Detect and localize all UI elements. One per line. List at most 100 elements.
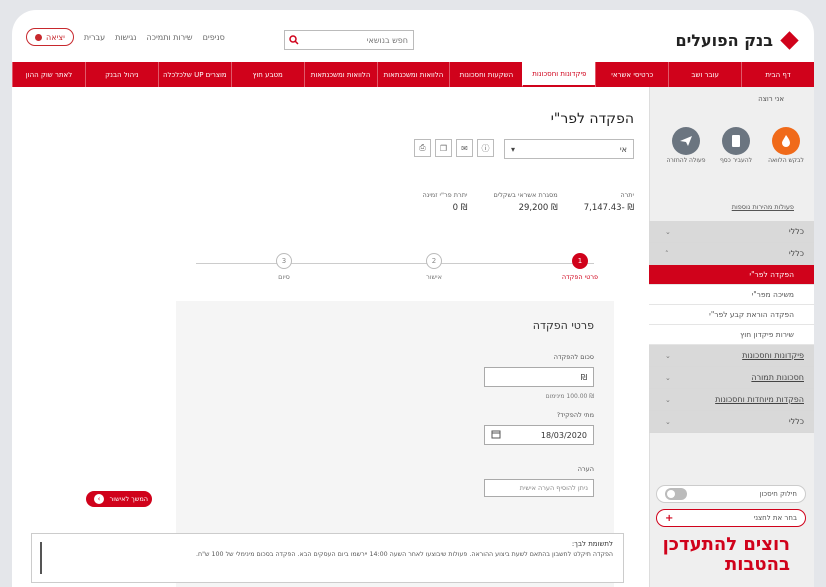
promo-banner[interactable]: רוצים להתעדכן בהטבות [663,535,790,575]
join-label: בחר את לחצני [753,514,797,522]
menu-item-deposit-pri[interactable]: הפקדה לפר"י [649,265,814,285]
top-link-branches[interactable]: סניפים [203,33,225,42]
chevron-down-icon: ⌄ [665,351,671,360]
balance-value: ₪ -7,147.43 [583,203,634,213]
account-value: אי [619,144,627,154]
more-actions-link[interactable]: פעולות מהירות נוספות [732,203,794,211]
sidebar-greeting: אני רוצה [758,95,784,103]
notice-scrollbar[interactable] [40,542,42,574]
menu-item-standing-order-pri[interactable]: הפקדה הוראת קבע לפר"י [649,305,814,325]
note-input[interactable]: ניתן להוסיף הערה אישית [484,479,594,497]
step-label: פרטי הפקדה [561,273,599,281]
search-input[interactable] [302,31,413,49]
menu-item-withdraw-pri[interactable]: משיכה מפר"י [649,285,814,305]
quick-action-label: לבקש הלוואה [768,157,804,164]
join-button[interactable]: בחר את לחצני + [656,509,806,527]
toggle-label: חילוק חיסכון [759,490,797,498]
nav-item-current-account[interactable]: עובר ושב [668,62,741,87]
nav-item-bank-management[interactable]: ניהול הבנק [84,62,158,87]
top-link-service[interactable]: שירות ותמיכה [147,33,193,42]
toolbar: ⓘ ✉ ❐ ⎙ [414,139,494,157]
quick-action-label: פעולה להחזרה [666,157,706,164]
quick-action-loan[interactable]: לבקש הלוואה [766,127,806,165]
balance-label: יתרה [620,191,634,199]
chevron-down-icon: ⌄ [665,227,671,236]
balance-value: ₪ 29,200 [518,203,558,213]
date-field[interactable]: 18/03/2020 [484,425,594,445]
balances: יתרה ₪ -7,147.43 מסגרת אשראי בשקלים ₪ 29… [423,191,635,213]
page-title: הפקדה לפר"י [550,111,634,127]
amount-input[interactable] [491,372,561,382]
balance-label: יתרת פר"י זמינה [422,191,468,199]
info-icon[interactable]: ⓘ [477,139,494,157]
nav-item-up-products[interactable]: מוצרים UP שלכלכלה [157,62,231,87]
nav-item-mortgages[interactable]: הלוואות ומשכנתאות [303,62,377,87]
menu-item-foreign-deposit[interactable]: שירות פיקדון חוץ [649,325,814,345]
balance-pri: יתרת פר"י זמינה ₪ 0 [423,191,468,213]
menu-label: הפקדות מיוחדות וחסכונות [715,395,804,404]
menu-group-general-3[interactable]: כללי ⌄ [649,411,814,433]
calendar-icon[interactable] [491,429,501,441]
continue-button[interactable]: המשך לאישור › [86,491,152,507]
nav-item-credit-cards[interactable]: כרטיסי אשראי [595,62,668,87]
arrow-left-icon: › [94,494,104,504]
step-finish: 3 סיום [254,253,314,281]
app-window: בנק הפועלים יציאה עברית נגישות שירות ותמ… [12,10,814,587]
balance-credit: מסגרת אשראי בשקלים ₪ 29,200 [493,191,557,213]
savings-toggle[interactable] [665,488,687,500]
nav-item-capital-market[interactable]: לאתר שוק ההון [12,62,85,87]
balance-value: ₪ 0 [452,203,468,213]
menu-group-general[interactable]: כללי ⌄ [649,221,814,243]
amount-hint: ₪ 100.00 מינימום [545,393,594,400]
promo-line-1: רוצים להתעדכן [662,534,790,555]
continue-label: המשך לאישור [109,495,148,503]
nav-item-investments[interactable]: השקעות וחסכונות [449,62,522,87]
quick-action-transfer[interactable]: להעביר כסף [716,127,756,165]
balance-label: מסגרת אשראי בשקלים [493,191,558,199]
step-label: סיום [278,273,290,281]
balance-current: יתרה ₪ -7,147.43 [584,191,634,213]
top-link-accessibility[interactable]: נגישות [115,33,136,42]
nav-item-loans[interactable]: הלוואות ומשכנתאות [376,62,450,87]
menu-label: כללי [788,417,804,426]
search-box [284,30,414,50]
notice-text: הפקדה תיקלט לחשבון בהתאם לשעת ביצוע ההור… [196,551,613,559]
note-label: הערה [577,465,594,473]
quick-action-label: להעביר כסף [719,157,753,164]
copy-icon[interactable]: ❐ [435,139,452,157]
promo-line-2: בהטבות [724,553,790,575]
menu-label: פיקדונות וחסכונות [742,351,804,360]
form-title: פרטי הפקדה [532,319,594,332]
chevron-down-icon: ⌄ [665,417,671,426]
search-icon[interactable] [285,31,302,49]
bank-logo[interactable]: בנק הפועלים [675,31,799,50]
chevron-down-icon: ⌄ [665,395,671,404]
chevron-down-icon: ▾ [511,144,516,154]
nav-item-foreign-currency[interactable]: מטבע חוץ [230,62,304,87]
menu-label: חסכונות תמורה [751,373,804,382]
amount-label: סכום להפקדה [553,353,594,361]
plus-icon: + [665,512,674,524]
nav-item-deposits[interactable]: פיקדונות וחסכונות [522,62,596,87]
flame-icon [772,127,800,155]
step-label: אישור [426,273,442,281]
exit-button[interactable]: יציאה [26,28,74,46]
menu-group-general-2[interactable]: כללי ˄ [649,243,814,265]
top-link-language[interactable]: עברית [84,33,105,42]
utility-links: יציאה עברית נגישות שירות ותמיכה סניפים [26,28,225,46]
quick-actions: לבקש הלוואה להעביר כסף פעולה להחזרה [666,127,806,165]
step-details: 1 פרטי הפקדה [550,253,610,281]
account-select[interactable]: אי ▾ [504,139,634,159]
amount-field: ₪ [484,367,594,387]
menu-group-deposits[interactable]: פיקדונות וחסכונות ⌄ [649,345,814,367]
menu-group-savings[interactable]: חסכונות תמורה ⌄ [649,367,814,389]
main-nav: דף הבית עובר ושב כרטיסי אשראי פיקדונות ו… [12,62,814,87]
print-icon[interactable]: ⎙ [414,139,431,157]
savings-toggle-row: חילוק חיסכון [656,485,806,503]
nav-item-home[interactable]: דף הבית [741,62,814,87]
step-number: 1 [572,253,588,269]
step-number: 3 [276,253,292,269]
menu-group-special-deposits[interactable]: הפקדות מיוחדות וחסכונות ⌄ [649,389,814,411]
mail-icon[interactable]: ✉ [456,139,473,157]
quick-action-return[interactable]: פעולה להחזרה [666,127,706,165]
